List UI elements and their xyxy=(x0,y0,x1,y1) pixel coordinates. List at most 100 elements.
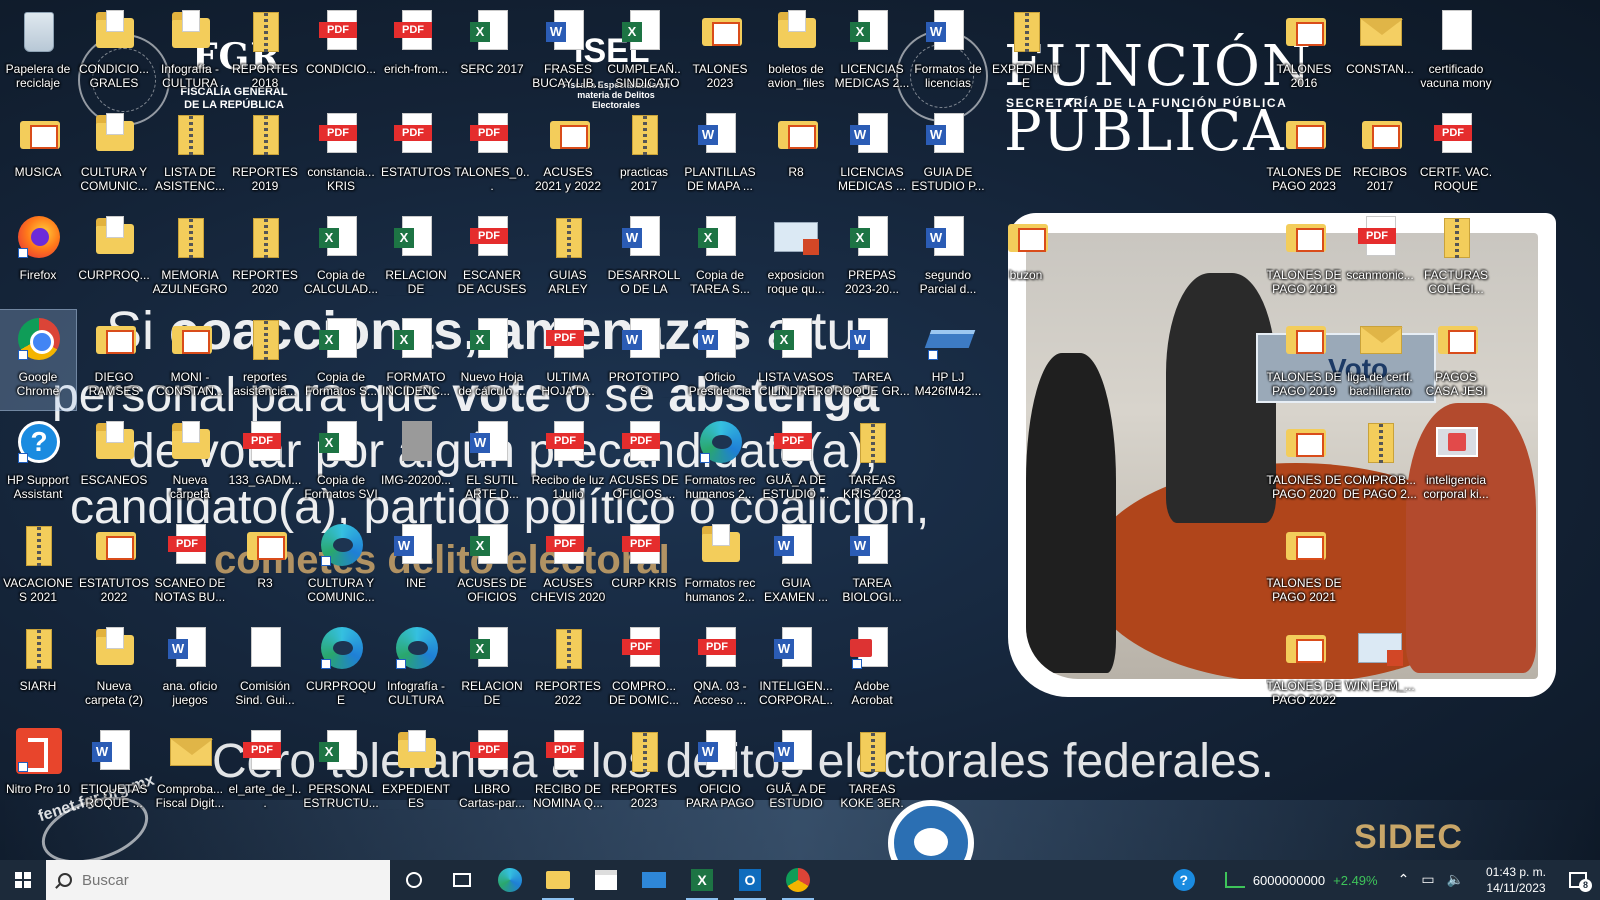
desktop-icon[interactable]: TALONES DE PAGO 2022 xyxy=(1266,619,1342,719)
desktop-icon[interactable]: W EL SUTIL ARTE D... xyxy=(454,413,530,513)
desktop-icon[interactable]: X ACUSES DE OFICIOS PE... xyxy=(454,516,530,616)
desktop-icon[interactable]: DIEGO RAMSES xyxy=(76,310,152,410)
desktop-icon[interactable]: TALONES 2016 xyxy=(1266,2,1342,102)
desktop-icon[interactable]: PDF CURP KRIS xyxy=(606,516,682,616)
network-icon[interactable]: ▭ xyxy=(1421,872,1434,888)
desktop-icon[interactable]: PDF LIBRO Cartas-par... xyxy=(454,722,530,822)
desktop-icon[interactable]: REPORTES 2020 xyxy=(227,208,303,308)
desktop-icon[interactable]: PDF el_arte_de_l... xyxy=(227,722,303,822)
desktop-icon[interactable]: W PROTOTIPOS TEXTUALES xyxy=(606,310,682,410)
desktop-icon[interactable]: TALONES DE PAGO 2019 xyxy=(1266,310,1342,410)
desktop-icon[interactable]: PDF ACUSES DE OFICIOS ... xyxy=(606,413,682,513)
desktop-icon[interactable]: PDF TALONES_0... xyxy=(454,105,530,205)
desktop-icon[interactable]: X RELACION DE ENTREG... xyxy=(454,619,530,719)
desktop-icon[interactable]: W PLANTILLAS DE MAPA ... xyxy=(682,105,758,205)
desktop-icon[interactable]: REPORTES 2019 xyxy=(227,105,303,205)
desktop-icon[interactable]: LISTA DE ASISTENC... xyxy=(152,105,228,205)
desktop-icon[interactable]: REPORTES 2018 xyxy=(227,2,303,102)
desktop-icon[interactable]: CONDICIO... GRALES TRAB... xyxy=(76,2,152,102)
desktop-icon[interactable]: Infografía - CULTURA O... xyxy=(378,619,454,719)
volume-icon[interactable]: 🔈 xyxy=(1447,872,1464,888)
desktop-icon[interactable]: Infografía - CULTURA O... xyxy=(152,2,228,102)
desktop-icon[interactable]: TALONES DE PAGO 2018 xyxy=(1266,208,1342,308)
desktop-icon[interactable]: CURPROQ... xyxy=(76,208,152,308)
desktop-icon[interactable]: Papelera de reciclaje xyxy=(0,2,76,102)
desktop-icon[interactable]: RECIBOS 2017 xyxy=(1342,105,1418,205)
desktop-icon[interactable]: ACUSES 2021 y 2022 xyxy=(530,105,606,205)
desktop-icon[interactable]: FACTURAS COLEGI... xyxy=(1418,208,1494,308)
desktop-icon[interactable]: PDF erich-from... xyxy=(378,2,454,102)
desktop-icon[interactable]: Formatos rec humanos 2... xyxy=(682,516,758,616)
desktop-icon[interactable]: PDF COMPRO... DE DOMIC... xyxy=(606,619,682,719)
desktop-icon[interactable]: Comisión Sind. Gui... xyxy=(227,619,303,719)
chevron-up-icon[interactable]: ⌃ xyxy=(1398,872,1410,888)
desktop-icon[interactable]: X CUMPLEAÑ... SINDICATO ... xyxy=(606,2,682,102)
desktop-icon[interactable]: X SERC 2017 xyxy=(454,2,530,102)
desktop-icon[interactable]: W ETIQUETAS ROQUE ... xyxy=(76,722,152,822)
desktop-icon[interactable]: Google Chrome xyxy=(0,309,77,411)
desktop-icon[interactable]: R3 xyxy=(227,516,303,616)
desktop-icon[interactable]: REPORTES 2022 xyxy=(530,619,606,719)
desktop-icon[interactable]: WIN EPM_... xyxy=(1342,619,1418,719)
desktop-icon[interactable]: Wana. oficio juegos xyxy=(152,619,228,719)
desktop-icon[interactable]: EXPEDIENTE ELECTRON... xyxy=(988,2,1064,102)
desktop-icon[interactable]: PDF CERTF. VAC. ROQUE xyxy=(1418,105,1494,205)
desktop-icon[interactable]: X LICENCIAS MEDICAS 2... xyxy=(834,2,910,102)
desktop-icon[interactable]: W GUÃ_A DE ESTUDIO EX... xyxy=(758,722,834,822)
desktop-icon[interactable]: TALONES DE PAGO 2020 xyxy=(1266,413,1342,513)
desktop-icon[interactable]: X FORMATO INCIDENC... xyxy=(378,310,454,410)
desktop-icon[interactable]: PDF ACUSES CHEVIS 2020 xyxy=(530,516,606,616)
desktop-icon[interactable]: ESCANEOS xyxy=(76,413,152,513)
taskbar-excel[interactable]: X xyxy=(678,860,726,900)
desktop-icon[interactable]: X Nuevo Hoja de cálculo ... xyxy=(454,310,530,410)
desktop-icon[interactable]: GUIAS ARLEY xyxy=(530,208,606,308)
desktop-icon[interactable]: exposicion roque qu... xyxy=(758,208,834,308)
desktop-icon[interactable]: X Copia de TAREA S... xyxy=(682,208,758,308)
stock-value[interactable]: 6000000000 xyxy=(1253,873,1325,888)
desktop-icon[interactable]: W LICENCIAS MEDICAS ... xyxy=(834,105,910,205)
desktop-icon[interactable]: TAREAS KOKE 3ER. SEMES... xyxy=(834,722,910,822)
desktop-icon[interactable]: CULTURA Y COMUNIC... xyxy=(303,516,379,616)
desktop-icon[interactable]: R8 xyxy=(758,105,834,205)
desktop-icon[interactable]: W INE xyxy=(378,516,454,616)
desktop-icon[interactable]: W INTELIGEN... CORPORAL... xyxy=(758,619,834,719)
desktop-icon[interactable]: Wsegundo Parcial d... xyxy=(910,208,986,308)
taskbar-file-explorer[interactable] xyxy=(534,860,582,900)
desktop-icon[interactable]: MEMORIA AZULNEGRO xyxy=(152,208,228,308)
desktop-icon[interactable]: TALONES DE PAGO 2023 xyxy=(1266,105,1342,205)
desktop-icon[interactable]: inteligencia corporal ki... xyxy=(1418,413,1494,513)
desktop-icon[interactable]: PDF GUÃ_A DE ESTUDIO ... xyxy=(758,413,834,513)
desktop-icon[interactable]: VACACIONES 2021 xyxy=(0,516,76,616)
desktop-icon[interactable]: REPORTES 2023 xyxy=(606,722,682,822)
desktop-icon[interactable]: W TAREA BIOLOGI... xyxy=(834,516,910,616)
stock-change[interactable]: +2.49% xyxy=(1333,873,1377,888)
desktop-icon[interactable]: PDF ESTATUTOS xyxy=(378,105,454,205)
desktop-icon[interactable]: PDF 133_GADM... xyxy=(227,413,303,513)
taskbar-outlook[interactable]: O xyxy=(726,860,774,900)
desktop-icon[interactable]: W GUIA EXAMEN ... xyxy=(758,516,834,616)
desktop-icon[interactable]: Nitro Pro 10 xyxy=(0,722,76,822)
desktop-icon[interactable]: liga de certf. bachillerato xyxy=(1342,310,1418,410)
desktop-icon[interactable]: certificado vacuna mony xyxy=(1418,2,1494,102)
desktop-icon[interactable]: TAREAS KRIS 2023 xyxy=(834,413,910,513)
desktop-icon[interactable]: TALONES 2023 xyxy=(682,2,758,102)
desktop-icon[interactable]: ESTATUTOS 2022 xyxy=(76,516,152,616)
task-view-button[interactable] xyxy=(438,860,486,900)
desktop-icon[interactable]: EXPEDIENTES HONORARI... xyxy=(378,722,454,822)
desktop-icon[interactable]: X Copia de Formatos SVI xyxy=(303,413,379,513)
desktop-icon[interactable]: CULTURA Y COMUNIC... xyxy=(76,105,152,205)
desktop-icon[interactable]: HP LJ M426fM42... xyxy=(910,310,986,410)
desktop-icon[interactable]: W FRASES BUCAY LIB... xyxy=(530,2,606,102)
desktop-icon[interactable]: CONSTAN... xyxy=(1342,2,1418,102)
desktop-icon[interactable]: PDF RECIBO DE NOMINA Q... xyxy=(530,722,606,822)
start-button[interactable] xyxy=(0,860,46,900)
desktop-icon[interactable]: X PERSONAL ESTRUCTU... xyxy=(303,722,379,822)
desktop-icon[interactable]: Comproba... Fiscal Digit... xyxy=(152,722,228,822)
taskbar-chrome[interactable] xyxy=(774,860,822,900)
desktop-icon[interactable]: PDF ESCANER DE ACUSES D... xyxy=(454,208,530,308)
notification-center-button[interactable]: 8 xyxy=(1556,860,1600,900)
taskbar-mail[interactable] xyxy=(630,860,678,900)
taskbar-store[interactable] xyxy=(582,860,630,900)
desktop-icon[interactable]: W Formatos de licencias xyxy=(910,2,986,102)
desktop-icon[interactable]: X RELACION DE ENTREG... xyxy=(378,208,454,308)
